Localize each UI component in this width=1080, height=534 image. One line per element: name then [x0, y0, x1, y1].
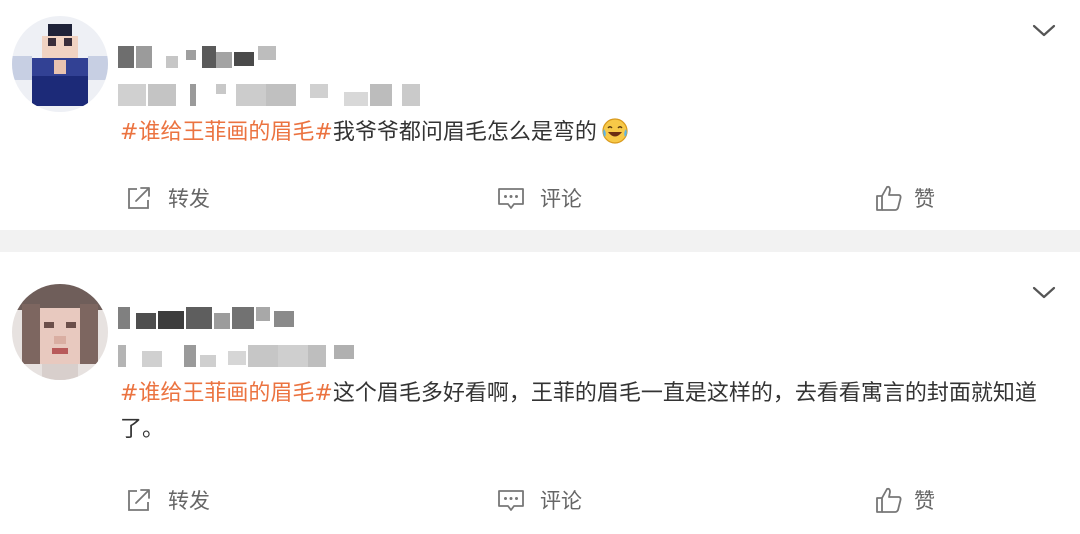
- comment-icon: [498, 490, 524, 511]
- post-content: #谁给王菲画的眉毛#这个眉毛多好看啊，王菲的眉毛一直是这样的，去看看寓言的封面就…: [120, 376, 1060, 448]
- post-content: #谁给王菲画的眉毛#我爷爷都问眉毛怎么是弯的: [120, 115, 1060, 151]
- action-bar: 转发 评论 赞: [0, 178, 1080, 218]
- like-button[interactable]: 赞: [874, 178, 935, 218]
- action-bar: 转发 评论 赞: [0, 480, 1080, 520]
- comment-button[interactable]: 评论: [496, 178, 582, 218]
- laugh-cry-emoji: [601, 117, 629, 145]
- thumbs-up-icon: [876, 185, 902, 211]
- chevron-down-icon[interactable]: [1030, 20, 1058, 40]
- repost-button[interactable]: 转发: [124, 178, 210, 218]
- hashtag-link[interactable]: #谁给王菲画的眉毛#: [120, 381, 333, 406]
- repost-button[interactable]: 转发: [124, 480, 210, 520]
- like-label: 赞: [914, 187, 935, 211]
- chevron-down-icon[interactable]: [1030, 282, 1058, 302]
- repost-label: 转发: [168, 489, 210, 513]
- comment-label: 评论: [540, 187, 582, 211]
- thumbs-up-icon: [876, 487, 902, 513]
- avatar[interactable]: [12, 284, 108, 380]
- comment-label: 评论: [540, 489, 582, 513]
- post-divider: [0, 230, 1080, 252]
- comment-button[interactable]: 评论: [496, 480, 582, 520]
- comment-icon: [498, 188, 524, 209]
- like-label: 赞: [914, 489, 935, 513]
- post-text: 我爷爷都问眉毛怎么是弯的: [332, 120, 597, 145]
- post-card-1: #谁给王菲画的眉毛#我爷爷都问眉毛怎么是弯的 转发 评论 赞: [0, 0, 1080, 230]
- hashtag-link[interactable]: #谁给王菲画的眉毛#: [120, 120, 333, 145]
- share-icon: [128, 489, 150, 511]
- like-button[interactable]: 赞: [874, 480, 935, 520]
- repost-label: 转发: [168, 187, 210, 211]
- avatar[interactable]: [12, 16, 108, 112]
- post-card-2: #谁给王菲画的眉毛#这个眉毛多好看啊，王菲的眉毛一直是这样的，去看看寓言的封面就…: [0, 252, 1080, 534]
- share-icon: [128, 187, 150, 209]
